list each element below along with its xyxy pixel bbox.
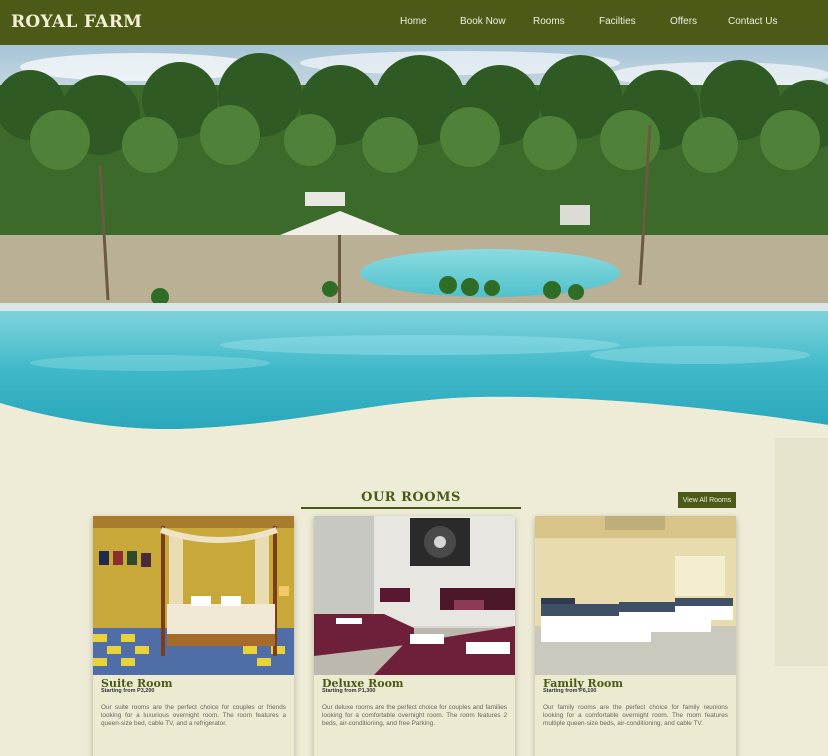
family-room-photo — [535, 516, 736, 675]
section-divider — [301, 507, 521, 509]
deluxe-room-photo — [314, 516, 515, 675]
room-description: Our deluxe rooms are the perfect choice … — [322, 704, 507, 727]
navbar: ROYAL FARM Home Book Now Rooms Facilties… — [0, 0, 828, 45]
hero-image — [0, 45, 828, 435]
room-card-family[interactable]: Family Room Starting from P6,100 Our fam… — [535, 516, 736, 756]
room-description: Our family rooms are the perfect choice … — [543, 704, 728, 727]
brand-logo[interactable]: ROYAL FARM — [11, 12, 142, 32]
nav-facilities[interactable]: Facilties — [599, 16, 636, 27]
section-title: OUR ROOMS — [361, 490, 461, 505]
room-description: Our suite rooms are the perfect choice f… — [101, 704, 286, 727]
room-price: Starting from P6,100 — [543, 688, 597, 694]
side-panel — [775, 438, 828, 666]
room-card-suite[interactable]: Suite Room Starting from P3,200 Our suit… — [93, 516, 294, 756]
nav-offers[interactable]: Offers — [670, 16, 697, 27]
room-price: Starting from P1,300 — [322, 688, 376, 694]
nav-book-now[interactable]: Book Now — [460, 16, 506, 27]
nav-contact-us[interactable]: Contact Us — [728, 16, 777, 27]
nav-home[interactable]: Home — [400, 16, 427, 27]
room-card-deluxe[interactable]: Deluxe Room Starting from P1,300 Our del… — [314, 516, 515, 756]
room-price: Starting from P3,200 — [101, 688, 155, 694]
suite-room-photo — [93, 516, 294, 675]
nav-rooms[interactable]: Rooms — [533, 16, 565, 27]
view-all-rooms-button[interactable]: View All Rooms — [678, 492, 736, 508]
